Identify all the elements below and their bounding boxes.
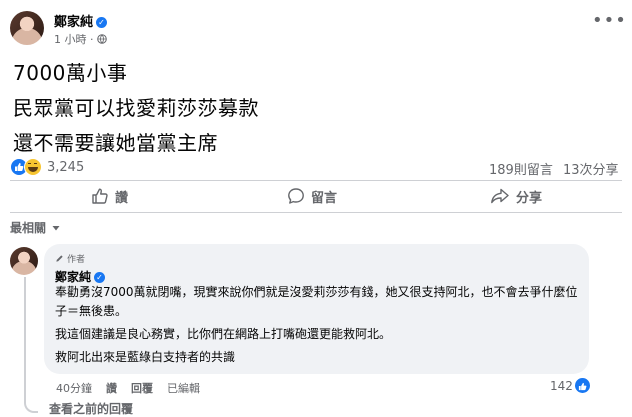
post-line-2: 民眾黨可以找愛莉莎莎募款 [13, 96, 259, 120]
reply-thread-line [24, 277, 38, 413]
share-button[interactable]: 分享 [490, 186, 542, 206]
comment-paragraph-1: 奉勸勇沒7000萬就閉嘴，現實來說你們就是沒愛莉莎莎有錢，她又很支持阿北，也不會… [55, 285, 578, 318]
reaction-count: 3,245 [47, 159, 85, 175]
view-previous-replies[interactable]: 查看之前的回覆 [49, 400, 133, 417]
comment-paragraph-3: 救阿北出來是藍綠白支持者的共識 [55, 350, 236, 364]
post-line-3: 還不需要讓她當黨主席 [13, 131, 218, 155]
pencil-icon [56, 255, 63, 262]
speech-bubble-icon [288, 188, 304, 204]
share-arrow-icon [491, 188, 509, 204]
comment-time[interactable]: 40分鐘 [56, 380, 92, 396]
globe-icon [97, 34, 107, 44]
comment-label: 留言 [311, 190, 338, 206]
post-meta: 1 小時 · [54, 31, 107, 47]
share-count[interactable]: 13次分享 [563, 159, 619, 178]
sort-label: 最相關 [10, 221, 47, 235]
comment-reactions[interactable]: 142 [550, 378, 590, 393]
share-label: 分享 [516, 190, 543, 206]
like-label: 讚 [115, 190, 129, 206]
comment-edited-label[interactable]: 已編輯 [167, 380, 200, 396]
author-name[interactable]: 鄭家純 [54, 15, 93, 30]
post-line-1: 7000萬小事 [13, 61, 128, 85]
like-reaction-icon [574, 378, 590, 393]
comment-paragraph-2: 我這個建議是良心務實，比你們在網路上打嘴砲還更能救阿北。 [55, 327, 392, 341]
like-button[interactable]: 讚 [91, 186, 128, 206]
comment-author-name[interactable]: 鄭家純 [55, 270, 91, 284]
reactions-summary[interactable]: 3,245 [10, 158, 84, 176]
actions-divider [10, 212, 622, 213]
post-author[interactable]: 鄭家純 ✓ [54, 11, 108, 30]
comment-button[interactable]: 留言 [287, 186, 337, 206]
comment-like-button[interactable]: 讚 [106, 380, 117, 396]
reactions-divider [10, 180, 622, 181]
thumbs-up-icon [92, 188, 108, 204]
more-options-icon[interactable]: ••• [592, 12, 627, 30]
comment-count[interactable]: 189則留言 [489, 159, 553, 178]
comment-reply-button[interactable]: 回覆 [131, 380, 153, 396]
comment-like-count: 142 [550, 378, 573, 393]
caret-down-icon [52, 225, 60, 230]
comment-actions: 40分鐘 讚 回覆 已編輯 [56, 380, 200, 396]
author-badge-label: 作者 [67, 255, 86, 265]
verified-icon: ✓ [94, 272, 106, 283]
sort-dropdown[interactable]: 最相關 [10, 219, 62, 236]
verified-icon: ✓ [96, 17, 108, 28]
commenter-avatar[interactable] [10, 247, 38, 275]
haha-reaction-icon [24, 158, 42, 176]
post-time[interactable]: 1 小時 [54, 33, 87, 46]
author-badge: 作者 [55, 252, 85, 265]
author-avatar[interactable] [10, 11, 44, 45]
